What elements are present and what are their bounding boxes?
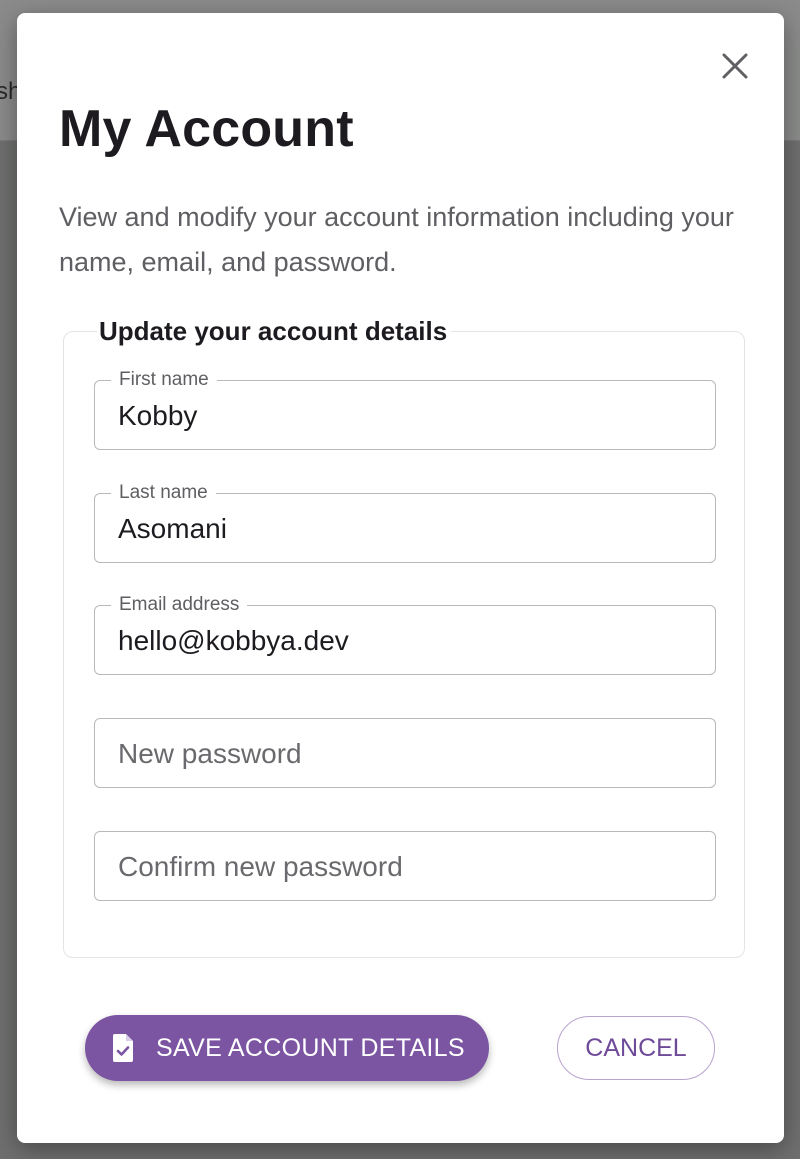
new-password-field[interactable]: New password <box>94 718 716 788</box>
last-name-label: Last name <box>111 481 216 505</box>
cancel-button[interactable]: CANCEL <box>557 1016 715 1080</box>
account-details-fieldset: Update your account details First name K… <box>63 316 745 958</box>
email-label: Email address <box>111 593 248 617</box>
email-field[interactable]: Email address hello@kobbya.dev <box>94 593 716 675</box>
first-name-label: First name <box>111 368 217 392</box>
last-name-field[interactable]: Last name Asomani <box>94 481 716 563</box>
account-modal: My Account View and modify your account … <box>17 13 784 1143</box>
modal-description: View and modify your account information… <box>59 202 734 277</box>
cancel-label: CANCEL <box>585 1033 687 1062</box>
first-name-value: Kobby <box>118 400 198 431</box>
fieldset-legend: Update your account details <box>97 316 452 347</box>
save-account-button[interactable]: SAVE ACCOUNT DETAILS <box>85 1015 489 1081</box>
last-name-value: Asomani <box>118 513 227 544</box>
confirm-password-field[interactable]: Confirm new password <box>94 831 716 901</box>
close-icon <box>722 53 748 79</box>
confirm-password-placeholder: Confirm new password <box>118 851 403 882</box>
save-account-label: SAVE ACCOUNT DETAILS <box>156 1033 465 1062</box>
document-check-icon <box>111 1033 137 1063</box>
first-name-field[interactable]: First name Kobby <box>94 368 716 450</box>
email-value: hello@kobbya.dev <box>118 625 349 656</box>
close-button[interactable] <box>720 51 750 81</box>
modal-title: My Account <box>59 100 354 158</box>
new-password-placeholder: New password <box>118 738 302 769</box>
